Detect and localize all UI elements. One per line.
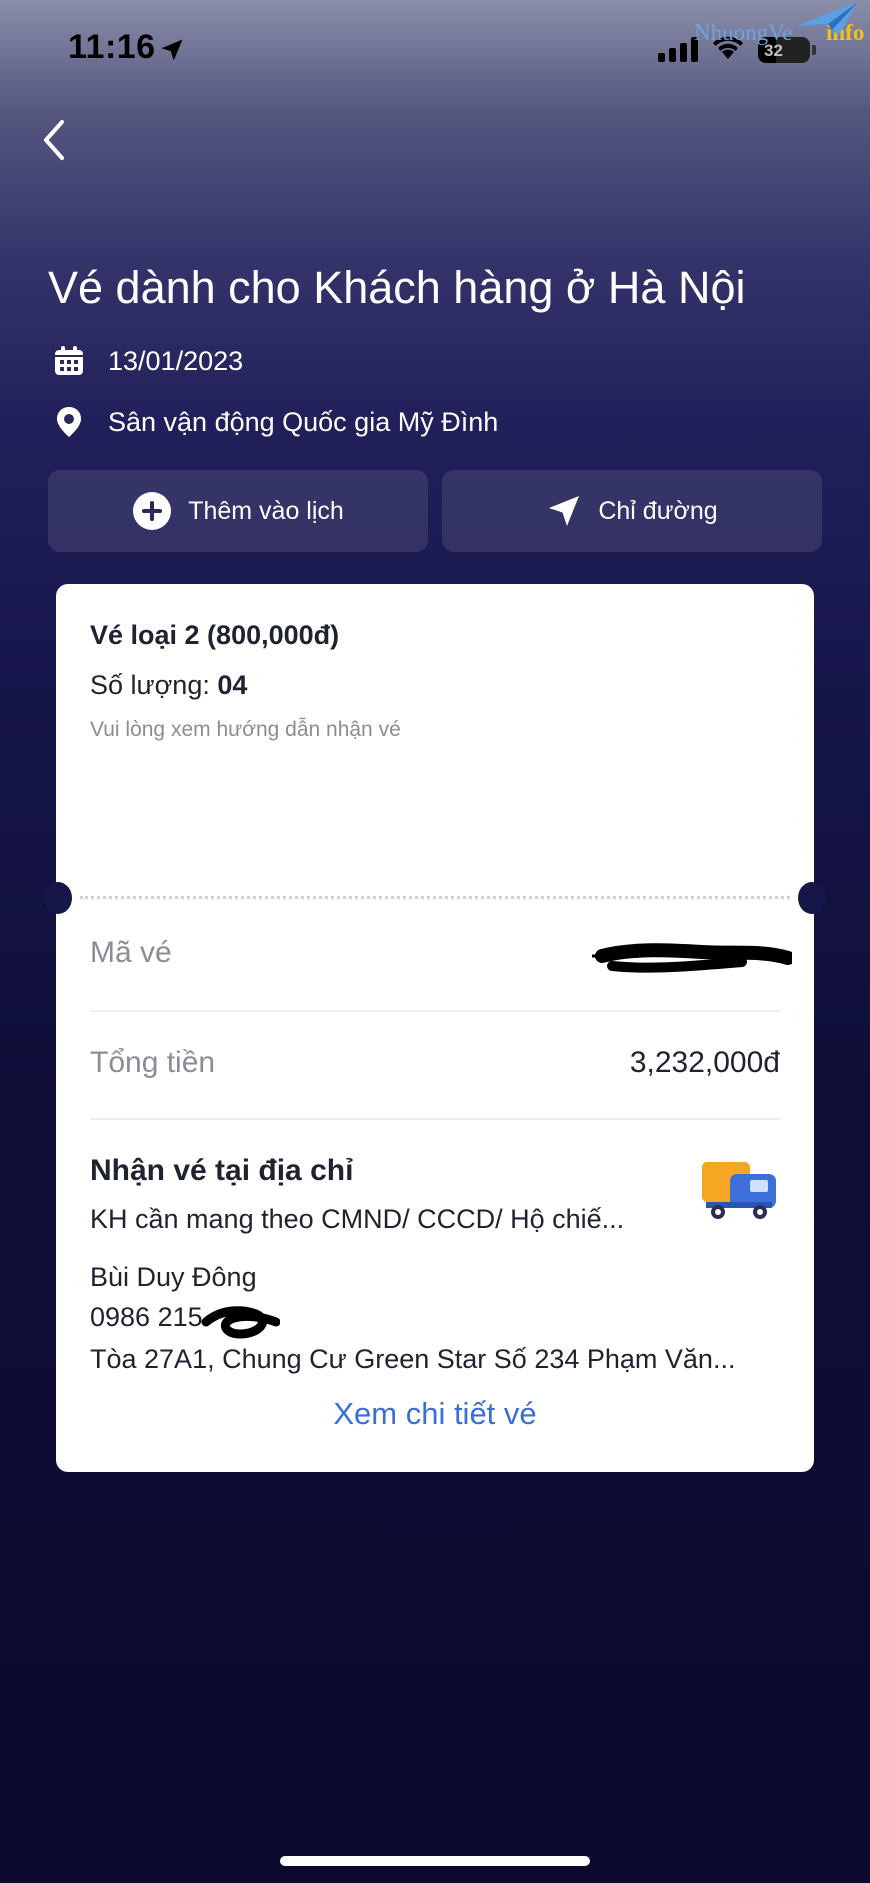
page-title: Vé dành cho Khách hàng ở Hà Nội: [48, 262, 746, 313]
delivery-note: KH cần mang theo CMND/ CCCD/ Hộ chiế...: [90, 1204, 625, 1234]
ticket-hint: Vui lòng xem hướng dẫn nhận vé: [90, 718, 401, 741]
recipient-phone: 0986 215: [90, 1302, 203, 1332]
ticket-card: Vé loại 2 (800,000đ) Số lượng: 04 Vui lò…: [56, 584, 814, 1472]
ticket-type: Vé loại 2 (800,000đ): [90, 620, 340, 650]
view-ticket-details-link[interactable]: Xem chi tiết vé: [56, 1396, 814, 1432]
quantity-value: 04: [217, 670, 248, 700]
tear-line: [80, 896, 790, 899]
back-button[interactable]: [34, 116, 74, 164]
event-venue: Sân vận động Quốc gia Mỹ Đình: [108, 406, 499, 437]
delivery-address: Tòa 27A1, Chung Cư Green Star Số 234 Phạ…: [90, 1344, 736, 1374]
recipient-name: Bùi Duy Đông: [90, 1262, 257, 1292]
chevron-left-icon: [44, 120, 64, 160]
event-date-row: 13/01/2023: [52, 344, 243, 378]
total-value: 3,232,000đ: [629, 1046, 780, 1079]
card-notch-left: [44, 882, 72, 914]
home-indicator[interactable]: [280, 1856, 590, 1866]
delivery-truck-icon: [702, 1162, 776, 1219]
watermark-logo: NhuongVe info: [688, 2, 870, 56]
redacted-ticket-code: [592, 943, 792, 973]
card-notch-right: [798, 882, 826, 914]
directions-label: Chỉ đường: [598, 496, 718, 525]
location-pin-icon: [57, 407, 81, 437]
add-to-calendar-button[interactable]: Thêm vào lịch: [48, 470, 428, 552]
directions-button[interactable]: Chỉ đường: [442, 470, 822, 552]
divider: [90, 1118, 780, 1120]
quantity-label: Số lượng:: [90, 670, 210, 700]
total-label: Tổng tiền: [90, 1046, 216, 1079]
plus-circle-icon: [133, 492, 172, 530]
watermark-brand: NhuongVe: [694, 20, 793, 45]
ticket-quantity-row: Số lượng: 04: [90, 670, 247, 701]
redacted-phone-digits: [201, 1306, 280, 1339]
event-venue-row: Sân vận động Quốc gia Mỹ Đình: [52, 405, 498, 439]
navigation-arrow-icon: [549, 496, 580, 526]
ticket-code-label: Mã vé: [90, 936, 172, 969]
delivery-title: Nhận vé tại địa chỉ: [90, 1154, 354, 1187]
event-date: 13/01/2023: [108, 345, 244, 376]
location-arrow-icon: [161, 39, 183, 61]
calendar-icon: [55, 346, 83, 375]
divider: [90, 1010, 780, 1012]
paper-plane-icon: [796, 2, 858, 36]
status-time: 11:16: [68, 28, 156, 66]
add-to-calendar-label: Thêm vào lịch: [188, 496, 344, 525]
